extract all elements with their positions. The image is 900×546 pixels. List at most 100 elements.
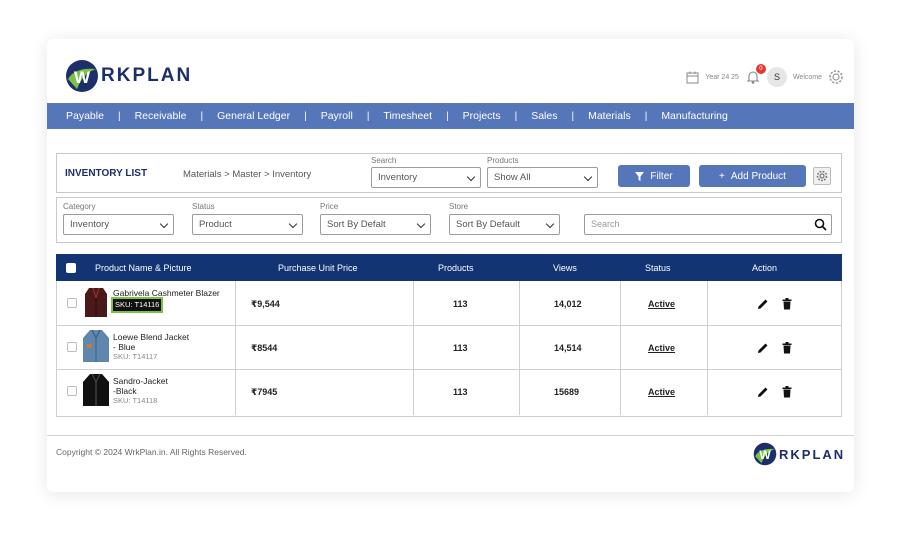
chevron-down-icon [545,219,555,229]
add-product-label: Add Product [730,170,786,182]
add-product-button[interactable]: + Add Product [699,165,806,187]
page-title: INVENTORY LIST [65,168,148,179]
nav-item-general-ledger[interactable]: General Ledger [217,110,290,122]
calendar-icon[interactable] [686,71,699,84]
status-link[interactable]: Active [648,343,675,353]
nav-separator: | [446,110,449,122]
trash-icon[interactable] [781,342,793,354]
nav-item-timesheet[interactable]: Timesheet [383,110,432,122]
table-row[interactable]: Sandro-Jacket -Black SKU: T14118 ₹7945 1… [57,369,841,414]
header-actions: Year 24 25 0 S Welcome [686,64,844,87]
chevron-down-icon [159,219,169,229]
nav-separator: | [644,110,648,122]
footer-divider [47,435,854,436]
views-cell: 14,514 [554,343,582,353]
views-cell: 14,012 [554,299,582,309]
column-header-product[interactable]: Product Name & Picture [95,263,192,273]
nav-item-payroll[interactable]: Payroll [321,110,353,122]
svg-text:W: W [74,68,91,87]
products-select[interactable]: Show All [487,167,598,188]
nav-separator: | [200,110,204,122]
edit-icon[interactable] [757,298,769,310]
jacket-thumbnail [83,329,109,362]
column-header-status[interactable]: Status [645,263,671,273]
nav-item-sales[interactable]: Sales [531,110,557,122]
product-sku: SKU: T14117 [113,352,158,361]
search-label: Search [371,156,397,165]
product-name[interactable]: Loewe Blend Jacket - Blue SKU: T14117 [113,332,189,362]
nav-item-projects[interactable]: Projects [463,110,501,122]
product-name-line: - Blue [113,342,136,352]
column-header-products[interactable]: Products [438,263,474,273]
category-select[interactable]: Inventory [63,214,174,235]
breadcrumb[interactable]: Materials > Master > Inventory [183,169,311,180]
column-header-views[interactable]: Views [553,263,577,273]
product-name-line: Sandro-Jacket [113,376,168,386]
price-cell: ₹7945 [251,387,278,397]
user-avatar[interactable]: S [766,67,787,87]
gear-icon[interactable] [828,69,844,85]
category-select-value: Inventory [70,219,110,230]
brand-logo[interactable]: W RKPLAN [65,59,192,93]
wrkplan-logo-icon: W [66,60,98,92]
search-input[interactable]: Search [584,214,832,235]
products-cell: 113 [453,299,468,309]
price-cell: ₹8544 [251,343,278,353]
edit-icon[interactable] [757,342,769,354]
table-row[interactable]: Loewe Blend Jacket - Blue SKU: T14117 ₹8… [57,325,841,370]
row-checkbox[interactable] [67,342,77,352]
table-row[interactable]: Gabrivela Cashmeter Blazer SKU: T14116 ₹… [57,281,841,326]
products-cell: 113 [453,387,468,397]
nav-item-materials[interactable]: Materials [588,110,631,122]
footer-logo[interactable]: W RKPLAN [753,442,845,466]
nav-separator: | [117,110,121,122]
select-all-checkbox[interactable] [66,263,76,273]
funnel-icon [635,171,645,181]
price-select[interactable]: Sort By Defalt [320,214,431,235]
status-link[interactable]: Active [648,299,675,309]
inventory-table: Gabrivela Cashmeter Blazer SKU: T14116 ₹… [56,281,842,417]
product-name-line: Gabrivela Cashmeter Blazer [113,288,220,298]
filter-button-label: Filter [650,170,673,182]
chevron-down-icon [466,172,476,182]
product-name-line: -Black [113,386,137,396]
nav-item-payable[interactable]: Payable [66,110,104,122]
store-select[interactable]: Sort By Default [449,214,560,235]
product-name-line: Loewe Blend Jacket [113,332,190,342]
fiscal-year[interactable]: Year 24 25 [705,74,739,81]
product-name[interactable]: Gabrivela Cashmeter Blazer SKU: T14116 [110,288,220,313]
product-sku: SKU: T14118 [113,396,158,405]
status-select[interactable]: Product [192,214,303,235]
table-header: Product Name & Picture Purchase Unit Pri… [56,254,842,281]
notifications-button[interactable]: 0 [745,64,766,85]
brand-wordmark: RKPLAN [101,65,193,86]
inventory-toolbar: INVENTORY LIST Materials > Master > Inve… [56,153,842,193]
filter-button[interactable]: Filter [618,165,690,187]
search-select-value: Inventory [378,172,418,183]
trash-icon[interactable] [781,386,793,398]
trash-icon[interactable] [781,298,793,310]
status-link[interactable]: Active [648,387,675,397]
row-checkbox[interactable] [67,386,77,396]
category-label: Category [63,202,96,211]
app-window: W RKPLAN Year 24 25 0 S Welcome Payable … [47,39,854,492]
price-cell: ₹9,544 [251,299,280,309]
main-nav: Payable | Receivable | General Ledger | … [47,103,854,129]
nav-separator: | [571,110,575,122]
price-label: Price [320,202,339,211]
edit-icon[interactable] [757,386,769,398]
nav-item-receivable[interactable]: Receivable [135,110,187,122]
jacket-thumbnail [83,373,109,406]
products-label: Products [487,156,519,165]
brand-wordmark: RKPLAN [779,446,846,462]
search-input-placeholder: Search [591,219,620,229]
product-name[interactable]: Sandro-Jacket -Black SKU: T14118 [113,376,168,406]
nav-item-manufacturing[interactable]: Manufacturing [661,110,728,122]
status-label: Status [192,202,215,211]
search-icon[interactable] [814,218,827,231]
search-select[interactable]: Inventory [371,167,481,188]
settings-button[interactable] [813,167,831,185]
row-checkbox[interactable] [67,298,77,308]
price-select-value: Sort By Defalt [327,219,386,230]
column-header-price[interactable]: Purchase Unit Price [278,263,358,273]
